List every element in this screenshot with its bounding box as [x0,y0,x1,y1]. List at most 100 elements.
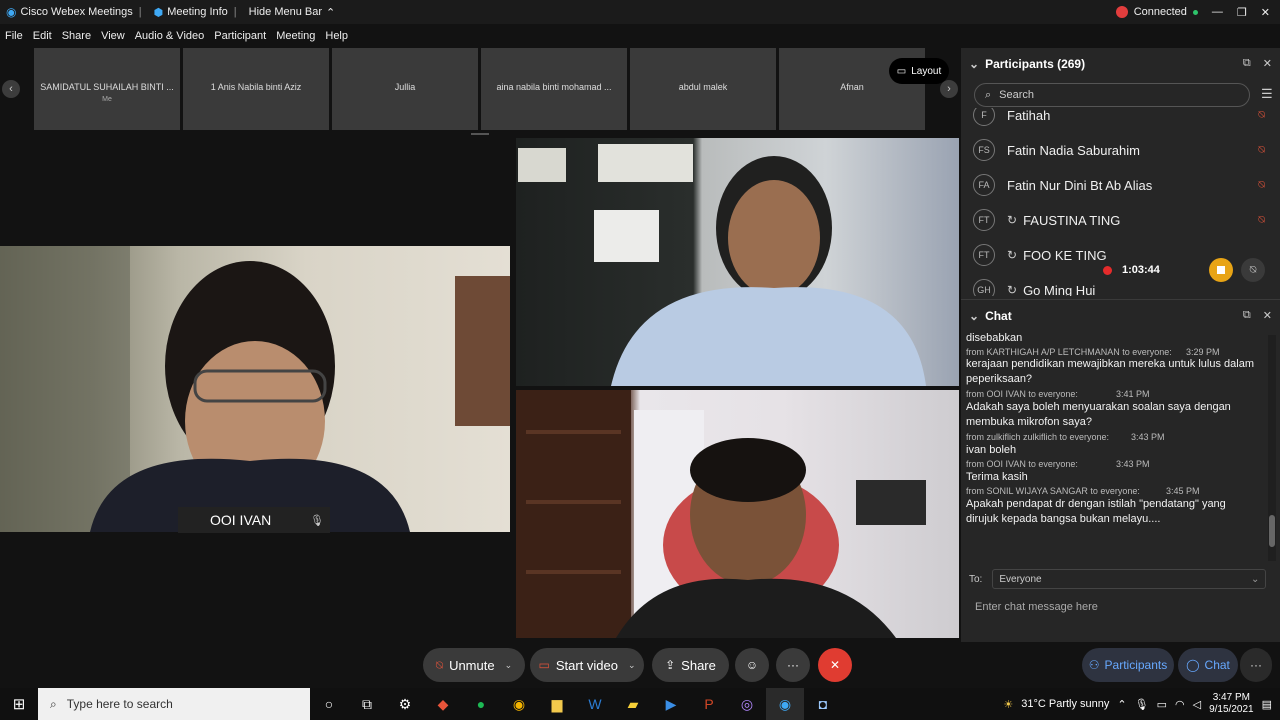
cortana-icon[interactable]: ○ [310,688,348,720]
chat-scrollbar[interactable] [1268,335,1276,561]
chat-text: membuka mikrofon saya? [966,416,1092,428]
participant-video[interactable] [516,390,959,638]
settings-gear-icon[interactable]: ⚙ [386,688,424,720]
chat-input[interactable]: Enter chat message here [975,601,1098,613]
webex-taskbar-icon[interactable]: ◉ [766,688,804,720]
share-button[interactable]: ⇪ Share [652,648,729,682]
menu-participant[interactable]: Participant [209,26,271,46]
microphone-tray-icon[interactable]: 🎙 [1135,698,1149,711]
share-icon: ⇪ [665,658,676,672]
list-item[interactable]: FA Fatin Nur Dini Bt Ab Alias ⍉ [973,170,1265,200]
powerpoint-icon[interactable]: P [690,688,728,720]
menu-file[interactable]: File [0,26,28,46]
thumbnail-tile[interactable]: Jullia [332,48,478,130]
muted-mic-icon[interactable]: ⍉ [1258,179,1265,192]
list-item[interactable]: F Fatihah ⍉ [973,108,1265,130]
muted-mic-icon[interactable]: ⍉ [1258,214,1265,227]
media-player-icon[interactable]: ▶ [652,688,690,720]
close-panel-icon[interactable]: ✕ [1263,57,1272,70]
file-explorer-icon[interactable]: ▆ [538,688,576,720]
chevron-down-icon[interactable]: ⌄ [505,660,513,671]
word-icon[interactable]: W [576,688,614,720]
unmute-button[interactable]: ⍉ Unmute ⌄ [423,648,525,682]
menu-meeting[interactable]: Meeting [271,26,320,46]
avatar: F [973,108,995,126]
participants-header[interactable]: ⌄ Participants (269) [969,57,1085,71]
chat-text: kerajaan pendidikan mewajibkan mereka un… [966,358,1254,370]
taskbar-search-input[interactable]: ⌕ Type here to search [38,688,310,720]
connection-icon [1115,6,1128,18]
chevron-down-icon: ⌄ [969,309,980,323]
stop-icon [1217,266,1225,274]
strip-next-button[interactable]: › [940,80,958,98]
start-video-button[interactable]: ▭ Start video ⌄ [530,648,644,682]
stop-recording-button[interactable] [1209,258,1233,282]
camera-icon[interactable]: ◘ [804,688,842,720]
menu-view[interactable]: View [96,26,130,46]
recorder-mute-button[interactable]: ⍉ [1241,258,1265,282]
menu-help[interactable]: Help [320,26,353,46]
meeting-info-button[interactable]: ⬢ Meeting Info [154,6,228,19]
leave-meeting-button[interactable]: ✕ [818,648,852,682]
chrome-icon[interactable]: ◉ [500,688,538,720]
chat-recipient-select[interactable]: Everyone ⌄ [992,569,1267,589]
taskbar-clock[interactable]: 3:47 PM 9/15/2021 [1209,692,1254,716]
layout-button[interactable]: ▭ Layout [889,58,949,84]
popout-icon[interactable]: ⧉ [1243,309,1251,322]
strip-resize-handle[interactable] [471,133,489,135]
thumbnail-tile[interactable]: SAMIDATUL SUHAILAH BINTI ... Me [34,48,180,130]
list-item[interactable]: FS Fatin Nadia Saburahim ⍉ [973,135,1265,165]
participant-search-input[interactable]: ⌕ Search [974,83,1250,107]
speaker-silhouette [0,246,510,532]
battery-icon[interactable]: ▭ [1157,698,1167,711]
spotify-icon[interactable]: ● [462,688,500,720]
reactions-button[interactable]: ☺ [735,648,769,682]
scrollbar-thumb[interactable] [1269,515,1275,547]
screen-recorder-icon[interactable]: ◎ [728,688,766,720]
chat-panel-button[interactable]: ◯ Chat [1178,648,1238,682]
sticky-notes-icon[interactable]: ▰ [614,688,652,720]
menu-edit[interactable]: Edit [28,26,57,46]
chevron-up-icon: ⌃ [326,6,336,19]
close-panel-icon[interactable]: ✕ [1263,309,1272,322]
sort-icon[interactable]: ☰ [1261,86,1273,102]
more-options-button[interactable]: ··· [776,648,810,682]
chat-text: Apakah pendapat dr dengan istilah "penda… [966,498,1226,510]
thumbnail-tile[interactable]: 1 Anis Nabila binti Aziz [183,48,329,130]
hide-menu-bar-button[interactable]: Hide Menu Bar ⌃ [249,6,336,19]
connection-status[interactable]: Connected [1115,6,1198,18]
notifications-icon[interactable]: ▤ [1262,698,1272,711]
panel-more-button[interactable]: ··· [1240,648,1272,682]
list-item[interactable]: FT ↻ FAUSTINA TING ⍉ [973,205,1265,235]
muted-mic-icon[interactable]: ⍉ [1258,109,1265,122]
chat-text: ivan boleh [966,444,1017,456]
weather-text[interactable]: 31°C Partly sunny [1021,698,1109,710]
wifi-icon[interactable]: ◠ [1175,698,1185,711]
participant-video[interactable] [516,138,959,386]
restore-icon[interactable]: ❐ [1237,6,1247,19]
avatar: GH [973,279,995,296]
mic-muted-icon: ⍉ [435,657,444,672]
minimize-icon[interactable]: — [1212,6,1223,18]
menu-share[interactable]: Share [57,26,96,46]
participants-panel-button[interactable]: ⚇ Participants [1082,648,1174,682]
panel-divider [961,299,1280,300]
participant-silhouette [518,144,926,386]
task-view-icon[interactable]: ⧉ [348,688,386,720]
chevron-up-icon[interactable]: ⌃ [1117,698,1126,711]
close-window-icon[interactable]: ✕ [1261,6,1270,19]
chevron-down-icon[interactable]: ⌄ [628,660,636,671]
thumbnail-tile[interactable]: abdul malek [630,48,776,130]
app-icon[interactable]: ◆ [424,688,462,720]
chevron-down-icon: ⌄ [969,57,980,71]
search-icon: ⌕ [50,696,57,711]
thumbnail-tile[interactable]: aina nabila binti mohamad ... [481,48,627,130]
muted-mic-icon[interactable]: ⍉ [1258,144,1265,157]
popout-icon[interactable]: ⧉ [1243,57,1251,70]
volume-icon[interactable]: ◁ [1193,698,1201,711]
windows-start-button[interactable]: ⊞ [0,688,38,720]
menu-audio-video[interactable]: Audio & Video [130,26,210,46]
chat-header[interactable]: ⌄ Chat [969,309,1012,323]
windows-taskbar: ⊞ ⌕ Type here to search ○ ⧉ ⚙ ◆ ● ◉ ▆ W … [0,688,1280,720]
active-speaker-video[interactable] [0,246,510,532]
